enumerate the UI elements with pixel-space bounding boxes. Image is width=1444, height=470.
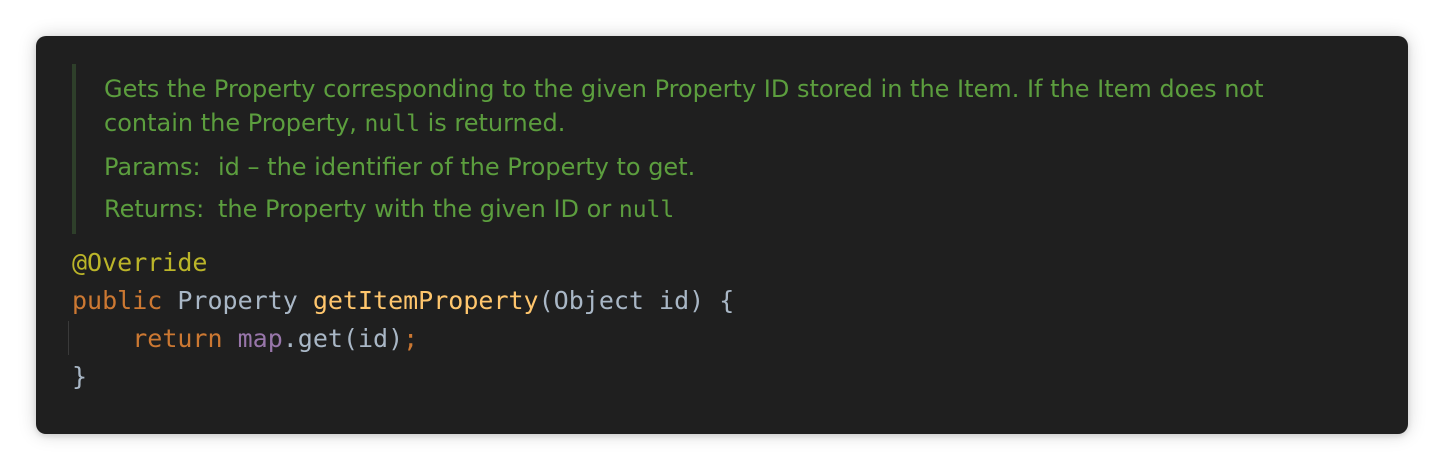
returns-code-null: null <box>618 197 675 223</box>
return-keyword: return <box>132 324 223 353</box>
javadoc-code-null: null <box>364 111 420 137</box>
override-annotation: @Override <box>72 248 208 277</box>
javadoc-text: is returned. <box>419 109 566 137</box>
method-params: (Object id) { <box>538 286 735 315</box>
method-name: getItemProperty <box>312 286 539 315</box>
get-call: .get(id) <box>282 324 404 353</box>
rendered-javadoc: Gets the Property corresponding to the g… <box>72 64 1336 234</box>
javadoc-description-line-2: contain the Property, null is returned. <box>104 109 565 137</box>
public-keyword: public <box>72 286 163 315</box>
code-line-annotation: @Override <box>72 248 207 277</box>
javadoc-params: Params: id – the identifier of the Proper… <box>104 153 695 181</box>
map-field: map <box>237 324 283 353</box>
close-brace: } <box>72 362 88 391</box>
code-line-return: return map.get(id); <box>72 324 418 353</box>
code-window: Gets the Property corresponding to the g… <box>36 36 1408 434</box>
javadoc-text: contain the Property, <box>104 109 365 137</box>
params-text: id – the identifier of the Property to g… <box>218 153 696 181</box>
params-label: Params: <box>104 153 201 181</box>
return-type: Property <box>162 286 313 315</box>
semicolon: ; <box>403 324 419 353</box>
returns-text: the Property with the given ID or <box>218 195 619 223</box>
code-line-close: } <box>72 362 87 391</box>
code-line-signature: public Property getItemProperty(Object i… <box>72 286 734 315</box>
indent-guide <box>68 321 69 355</box>
returns-label: Returns: <box>104 195 205 223</box>
javadoc-description-line-1: Gets the Property corresponding to the g… <box>104 75 1264 103</box>
javadoc-returns: Returns: the Property with the given ID o… <box>104 195 674 223</box>
